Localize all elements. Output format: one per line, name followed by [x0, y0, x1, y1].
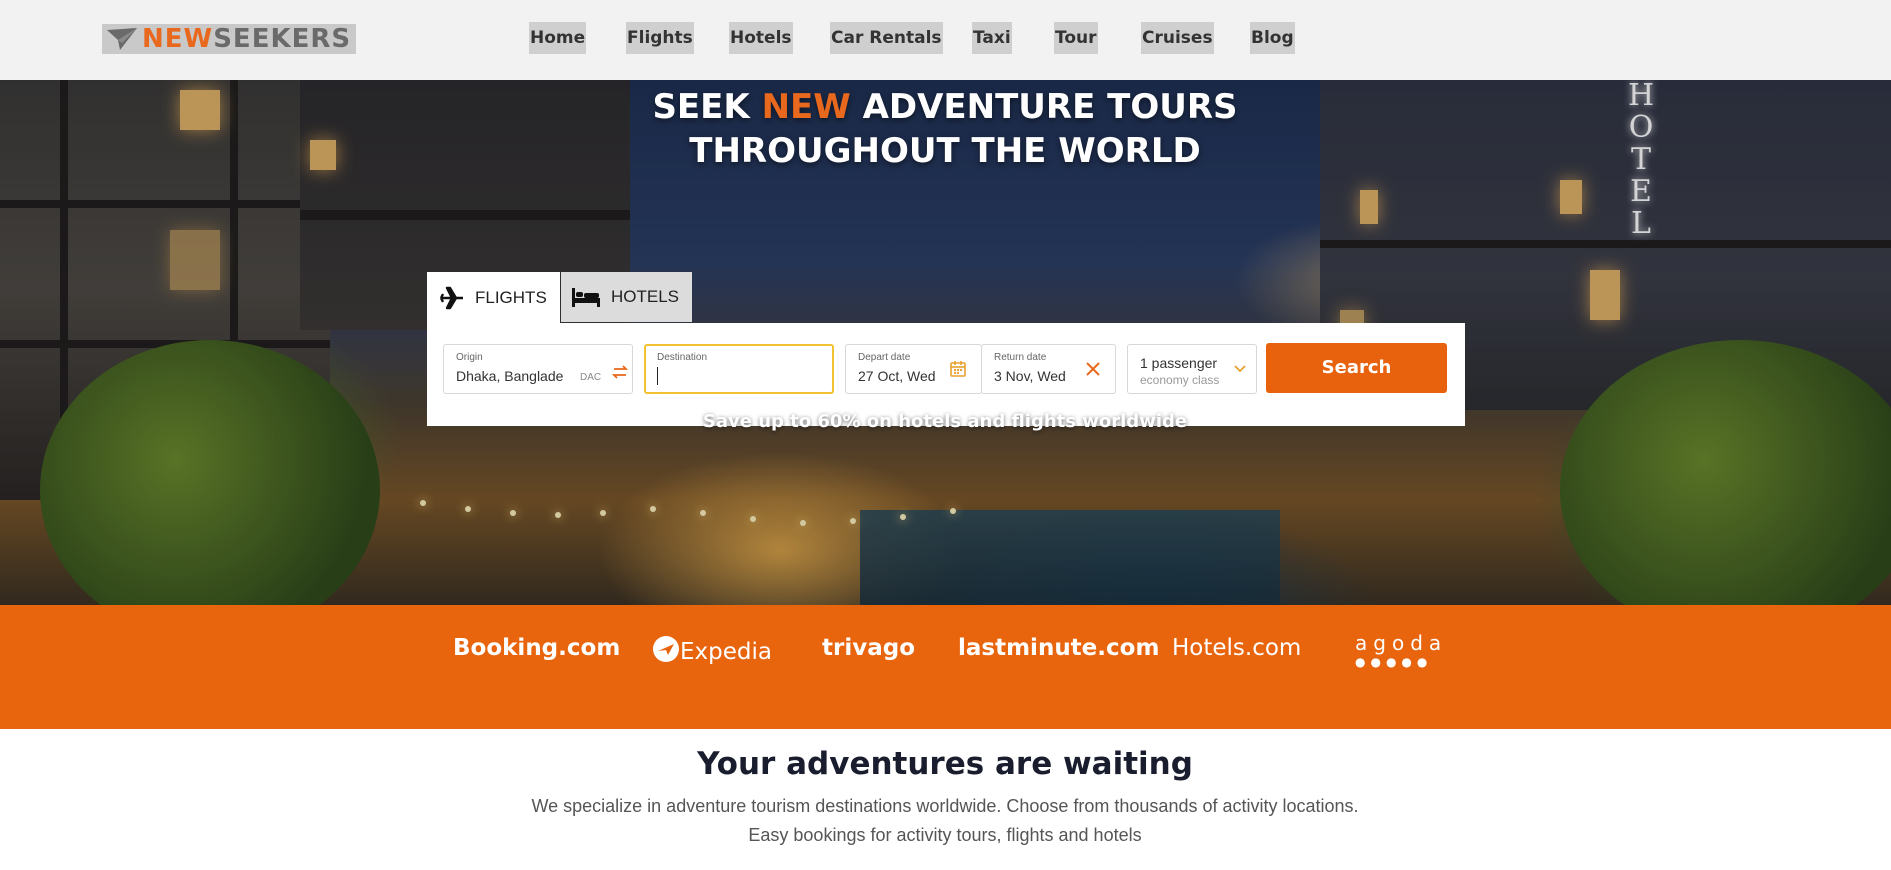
tab-hotels-label: HOTELS	[611, 287, 680, 306]
passenger-count: 1 passenger	[1140, 355, 1218, 371]
hero-title: SEEK NEW ADVENTURE TOURS THROUGHOUT THE …	[545, 85, 1345, 173]
hero-title-part2: ADVENTURE TOURS	[850, 87, 1238, 127]
tab-hotels[interactable]: HOTELS	[561, 272, 692, 322]
nav-taxi[interactable]: Taxi	[972, 22, 1012, 54]
partner-agoda-label: agoda	[1355, 631, 1448, 655]
airplane-icon	[439, 286, 463, 309]
nav-tour[interactable]: Tour	[1054, 22, 1098, 54]
origin-field[interactable]: Origin Dhaka, Banglade DAC	[443, 344, 633, 394]
depart-date-value: 27 Oct, Wed	[858, 368, 936, 384]
swap-icon[interactable]	[612, 365, 628, 379]
section-line2: Easy bookings for activity tours, flight…	[748, 825, 1142, 845]
partners-band: Booking.com Expedia trivago lastminute.c…	[0, 605, 1891, 729]
section-description: We specialize in adventure tourism desti…	[395, 792, 1495, 850]
return-date-value: 3 Nov, Wed	[994, 368, 1066, 384]
depart-date-label: Depart date	[858, 352, 911, 363]
origin-label: Origin	[456, 352, 483, 363]
tab-flights[interactable]: FLIGHTS	[427, 272, 560, 323]
nav-cruises[interactable]: Cruises	[1141, 22, 1214, 54]
partner-lastminute-logo: lastminute.com	[958, 635, 1160, 661]
cabin-class: economy class	[1140, 373, 1220, 387]
destination-label: Destination	[657, 352, 708, 363]
return-date-field[interactable]: Return date 3 Nov, Wed	[981, 344, 1116, 394]
chevron-down-icon	[1234, 365, 1246, 373]
tab-flights-label: FLIGHTS	[475, 287, 547, 307]
calendar-icon[interactable]	[950, 360, 966, 377]
partner-trivago-logo: trivago	[822, 635, 915, 661]
return-date-label: Return date	[994, 352, 1047, 363]
agoda-dots: ●●●●●	[1355, 655, 1433, 669]
section-line1: We specialize in adventure tourism desti…	[531, 796, 1359, 816]
section-title: Your adventures are waiting	[697, 746, 1193, 782]
nav-home[interactable]: Home	[529, 22, 587, 54]
origin-value: Dhaka, Banglade	[456, 368, 564, 384]
origin-code: DAC	[580, 372, 602, 383]
expedia-plane-icon	[653, 636, 679, 662]
passengers-select[interactable]: 1 passenger economy class	[1127, 344, 1257, 394]
hero-subtitle: Save up to 60% on hotels and flights wor…	[702, 411, 1188, 432]
hero-title-part1: SEEK	[652, 87, 762, 127]
depart-date-field[interactable]: Depart date 27 Oct, Wed	[845, 344, 982, 394]
nav-flights[interactable]: Flights	[626, 22, 694, 54]
hero-title-line2: THROUGHOUT THE WORLD	[689, 131, 1201, 171]
site-header: NEWSEEKERS Home Flights Hotels Car Renta…	[0, 0, 1891, 80]
partner-booking-logo: Booking.com	[453, 635, 621, 661]
partner-expedia-logo: Expedia	[652, 635, 772, 665]
text-caret	[657, 367, 658, 385]
partner-agoda-logo: agoda ●●●●●	[1355, 631, 1447, 669]
partner-expedia-label: Expedia	[680, 639, 772, 665]
hero-title-accent: NEW	[761, 87, 851, 127]
nav-hotels[interactable]: Hotels	[729, 22, 793, 54]
nav-car-rentals[interactable]: Car Rentals	[830, 22, 943, 54]
bed-icon	[572, 288, 600, 307]
destination-field[interactable]: Destination	[644, 344, 834, 394]
search-button[interactable]: Search	[1266, 343, 1447, 393]
main-nav: Home Flights Hotels Car Rentals Taxi Tou…	[0, 22, 1891, 54]
partner-hotels-logo: Hotels.com	[1172, 635, 1302, 661]
clear-icon[interactable]	[1085, 361, 1101, 377]
nav-blog[interactable]: Blog	[1250, 22, 1295, 54]
